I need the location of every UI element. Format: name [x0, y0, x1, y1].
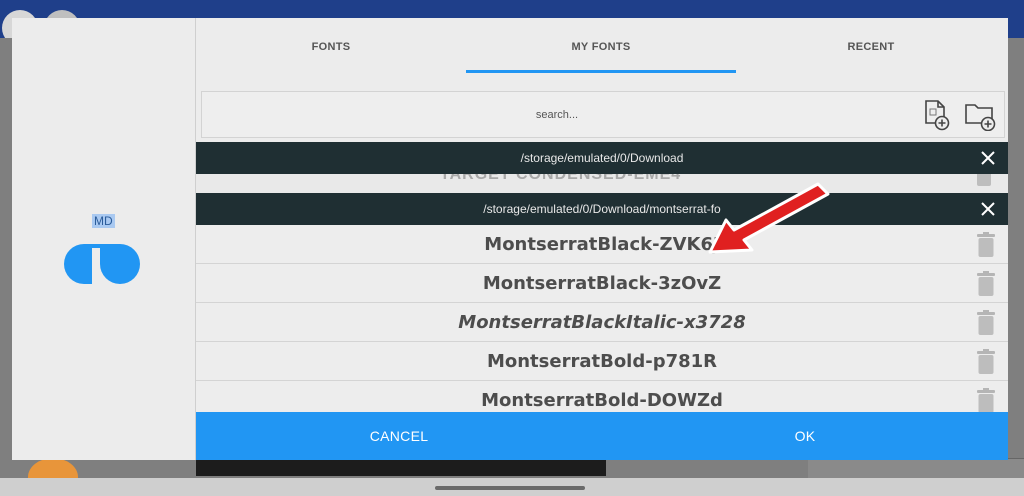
dialog-right-panel: FONTS MY FONTS RECENT search... /storage…: [196, 18, 1008, 460]
font-name: MontserratBold-DOWZd: [481, 389, 723, 411]
folder-add-icon[interactable]: [964, 99, 996, 132]
trash-icon[interactable]: [974, 174, 994, 193]
logo-label: MD: [92, 214, 115, 228]
font-list[interactable]: /storage/emulated/0/Download TARGET COND…: [196, 142, 1008, 412]
search-input[interactable]: [202, 92, 912, 137]
close-icon[interactable]: [978, 148, 998, 168]
font-list-item[interactable]: MontserratBlack-3zOvZ: [196, 264, 1008, 303]
trash-icon[interactable]: [976, 388, 996, 412]
trash-icon[interactable]: [976, 349, 996, 375]
dialog-button-bar: CANCEL OK: [196, 412, 1008, 460]
font-name: MontserratBlackItalic-x3728: [458, 311, 746, 333]
close-icon[interactable]: [978, 199, 998, 219]
background-dark-strip: [196, 458, 606, 476]
font-list-item[interactable]: MontserratBlackItalic-x3728: [196, 303, 1008, 342]
trash-icon[interactable]: [976, 271, 996, 297]
tab-recent[interactable]: RECENT: [736, 18, 1006, 76]
cancel-button[interactable]: CANCEL: [196, 412, 602, 460]
font-name: MontserratBold-p781R: [486, 350, 718, 372]
font-name: TARGET CONDENSED-EME4: [440, 174, 682, 183]
tab-fonts[interactable]: FONTS: [196, 18, 466, 76]
active-tab-indicator: [466, 70, 736, 73]
list-item-partial[interactable]: TARGET CONDENSED-EME4: [196, 174, 1008, 193]
search-row: [201, 91, 1005, 138]
trash-icon[interactable]: [976, 310, 996, 336]
trash-icon[interactable]: [976, 232, 996, 258]
font-picker-dialog: MD FONTS MY FONTS RECENT search... /stor…: [12, 18, 1008, 460]
font-name: MontserratBlack-ZVK6J: [484, 233, 720, 255]
ok-button[interactable]: OK: [602, 412, 1008, 460]
font-list-item[interactable]: MontserratBold-DOWZd: [196, 381, 1008, 412]
folder-path-bar[interactable]: /storage/emulated/0/Download/montserrat-…: [196, 193, 1008, 225]
tab-bar: FONTS MY FONTS RECENT: [196, 18, 1008, 76]
font-name: MontserratBlack-3zOvZ: [482, 272, 722, 294]
folder-path-label: /storage/emulated/0/Download/montserrat-…: [483, 202, 721, 216]
app-logo: MD: [62, 214, 146, 286]
folder-path-label: /storage/emulated/0/Download: [520, 151, 684, 165]
background-toolbar: [808, 458, 1024, 480]
font-list-item[interactable]: MontserratBlack-ZVK6J: [196, 225, 1008, 264]
home-indicator[interactable]: [435, 486, 585, 490]
file-add-icon[interactable]: [920, 99, 952, 131]
tab-my-fonts[interactable]: MY FONTS: [466, 18, 736, 76]
font-list-item[interactable]: MontserratBold-p781R: [196, 342, 1008, 381]
dialog-left-panel: MD: [12, 18, 196, 460]
folder-path-bar[interactable]: /storage/emulated/0/Download: [196, 142, 1008, 174]
